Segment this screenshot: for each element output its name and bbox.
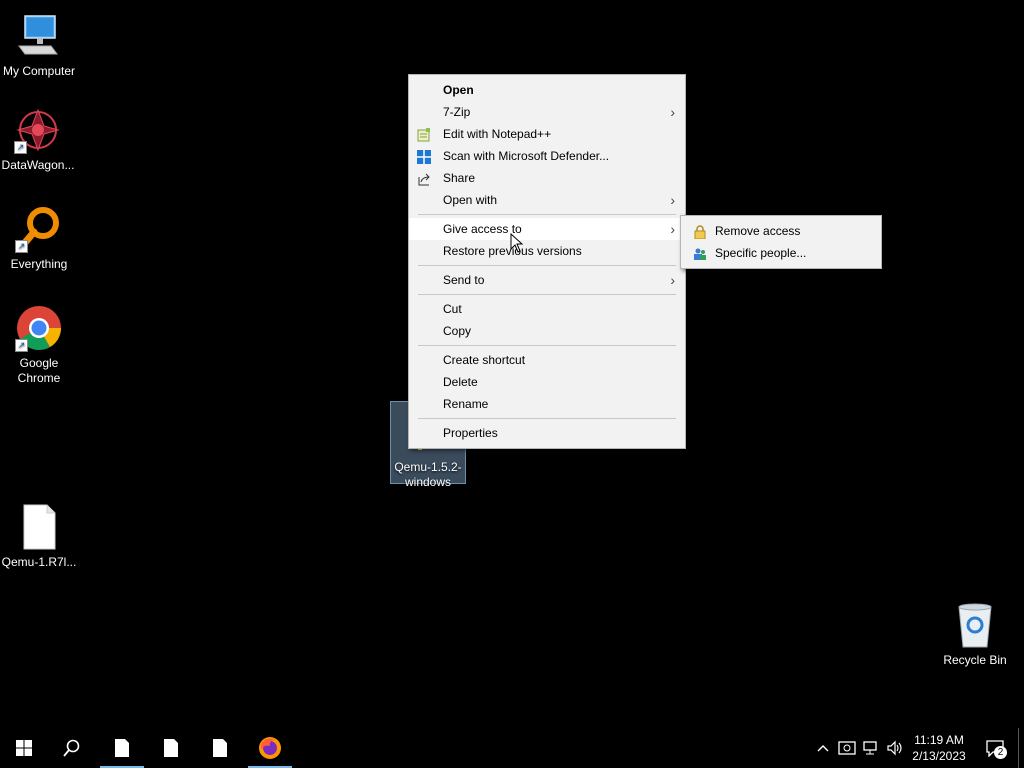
start-button[interactable]	[0, 728, 48, 768]
menu-item-cut[interactable]: Cut	[409, 298, 685, 320]
menu-separator	[418, 418, 676, 419]
menu-item-label: 7-Zip	[443, 105, 471, 119]
menu-item-send-to[interactable]: Send to ›	[409, 269, 685, 291]
chevron-up-icon	[817, 745, 829, 752]
security-icon	[838, 741, 856, 755]
context-menu: Open 7-Zip › Edit with Notepad++ Scan wit…	[408, 74, 686, 449]
file-icon	[164, 739, 178, 757]
file-icon	[115, 739, 129, 757]
network-icon	[863, 741, 877, 755]
menu-item-label: Properties	[443, 426, 498, 440]
menu-item-specific-people[interactable]: Specific people...	[681, 242, 881, 264]
desktop-icon-my-computer[interactable]: My Computer	[1, 12, 77, 79]
menu-item-7zip[interactable]: 7-Zip ›	[409, 101, 685, 123]
menu-separator	[418, 265, 676, 266]
desktop-icon-label: Qemu-1.5.2-windows	[394, 460, 462, 489]
computer-icon	[15, 12, 63, 60]
give-access-submenu: Remove access Specific people...	[680, 215, 882, 269]
taskbar-app-file-3[interactable]	[196, 728, 244, 768]
tray-security-icon[interactable]	[836, 728, 858, 768]
menu-item-share[interactable]: Share	[409, 167, 685, 189]
action-center-button[interactable]: 2	[978, 728, 1012, 768]
menu-separator	[418, 214, 676, 215]
desktop-icon-datawagon[interactable]: ↗ DataWagon...	[0, 106, 76, 173]
chevron-right-icon: ›	[670, 104, 675, 120]
search-button[interactable]	[48, 728, 96, 768]
search-icon	[63, 739, 80, 757]
taskbar-app-firefox[interactable]	[246, 728, 294, 768]
clock-date: 2/13/2023	[912, 749, 966, 763]
menu-item-give-access[interactable]: Give access to ›	[409, 218, 685, 240]
file-icon	[213, 739, 227, 757]
chrome-icon: ↗	[15, 304, 63, 352]
menu-item-edit-notepad[interactable]: Edit with Notepad++	[409, 123, 685, 145]
taskbar: 11:19 AM 2/13/2023 2	[0, 728, 1024, 768]
defender-shield-icon	[417, 149, 431, 164]
menu-item-properties[interactable]: Properties	[409, 422, 685, 444]
desktop-icon-label: My Computer	[2, 64, 76, 78]
menu-item-label: Edit with Notepad++	[443, 127, 552, 141]
chevron-right-icon: ›	[670, 221, 675, 237]
menu-item-label: Open with	[443, 193, 498, 207]
taskbar-app-file-1[interactable]	[98, 728, 146, 768]
desktop-icon-label: Qemu-1.R7l...	[1, 555, 77, 569]
show-hidden-icons-button[interactable]	[814, 728, 832, 768]
notification-count-badge: 2	[994, 746, 1007, 759]
menu-item-open-with[interactable]: Open with ›	[409, 189, 685, 211]
shortcut-arrow-icon: ↗	[15, 240, 28, 253]
menu-item-label: Create shortcut	[443, 353, 526, 367]
desktop-icon-google-chrome[interactable]: ↗ Google Chrome	[1, 304, 77, 386]
menu-item-label: Delete	[443, 375, 478, 389]
file-icon	[15, 503, 63, 551]
clock[interactable]: 11:19 AM 2/13/2023	[906, 728, 972, 768]
menu-item-delete[interactable]: Delete	[409, 371, 685, 393]
menu-item-label: Remove access	[715, 224, 801, 238]
menu-item-create-shortcut[interactable]: Create shortcut	[409, 349, 685, 371]
desktop-icon-qemu-file[interactable]: Qemu-1.R7l...	[1, 503, 77, 570]
chevron-right-icon: ›	[670, 192, 675, 208]
tray-volume-icon[interactable]	[884, 728, 906, 768]
shortcut-arrow-icon: ↗	[14, 141, 27, 154]
menu-item-rename[interactable]: Rename	[409, 393, 685, 415]
desktop-icon-label: Recycle Bin	[943, 653, 1007, 667]
menu-item-label: Open	[443, 83, 474, 97]
menu-separator	[418, 345, 676, 346]
taskbar-app-file-2[interactable]	[147, 728, 195, 768]
menu-item-label: Scan with Microsoft Defender...	[443, 149, 610, 163]
chevron-right-icon: ›	[670, 272, 675, 288]
menu-separator	[418, 294, 676, 295]
menu-item-remove-access[interactable]: Remove access	[681, 220, 881, 242]
windows-logo-icon	[16, 740, 32, 756]
clock-time: 11:19 AM	[914, 733, 964, 747]
datawagon-icon: ↗	[14, 106, 62, 154]
menu-item-label: Cut	[443, 302, 462, 316]
users-icon	[693, 246, 707, 260]
notepad-plus-plus-icon	[417, 127, 431, 142]
menu-item-label: Rename	[443, 397, 489, 411]
menu-item-label: Share	[443, 171, 476, 185]
desktop-icon-label: Google Chrome	[17, 356, 61, 385]
firefox-icon	[259, 737, 281, 759]
desktop-icon-everything[interactable]: ↗ Everything	[1, 205, 77, 272]
mouse-cursor-icon	[510, 232, 524, 253]
menu-item-label: Copy	[443, 324, 472, 338]
everything-search-icon: ↗	[15, 205, 63, 253]
desktop-icon-label: Everything	[10, 257, 68, 271]
lock-icon	[693, 224, 707, 240]
volume-icon	[887, 740, 902, 756]
recycle-bin-icon	[951, 601, 999, 649]
menu-item-open[interactable]: Open	[409, 79, 685, 101]
desktop-icon-label: DataWagon...	[1, 158, 75, 172]
show-desktop-button[interactable]	[1018, 728, 1024, 768]
desktop-icon-recycle-bin[interactable]: Recycle Bin	[937, 601, 1013, 668]
menu-item-label: Send to	[443, 273, 485, 287]
menu-item-restore-versions[interactable]: Restore previous versions	[409, 240, 685, 262]
tray-network-icon[interactable]	[860, 728, 882, 768]
share-icon	[417, 171, 431, 186]
menu-item-scan-defender[interactable]: Scan with Microsoft Defender...	[409, 145, 685, 167]
menu-item-copy[interactable]: Copy	[409, 320, 685, 342]
shortcut-arrow-icon: ↗	[15, 339, 28, 352]
menu-item-label: Specific people...	[715, 246, 807, 260]
